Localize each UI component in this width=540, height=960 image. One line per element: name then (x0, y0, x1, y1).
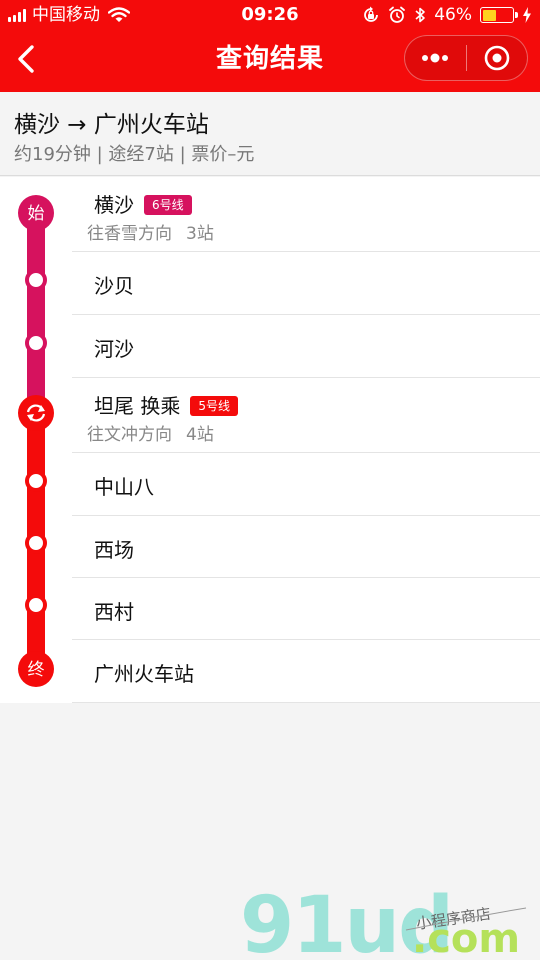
station-row[interactable]: 横沙 6号线 往香雪方向 3站 (72, 177, 540, 252)
stop-dot (25, 594, 47, 616)
line-badge: 5号线 (190, 396, 238, 416)
transfer-icon (26, 404, 46, 422)
wifi-icon (108, 7, 130, 22)
route-title: 横沙 → 广州火车站 (14, 112, 209, 138)
stop-dot (25, 470, 47, 492)
station-row[interactable]: 西村 (72, 578, 540, 640)
target-circle-icon (484, 45, 510, 71)
line6-track (27, 213, 45, 413)
more-dots-icon (422, 53, 449, 63)
close-button[interactable] (466, 35, 527, 81)
status-bar: 中国移动 09:26 46% (0, 0, 540, 30)
station-name: 沙贝 (94, 274, 134, 298)
signal-icon (8, 8, 26, 22)
direction-info: 往香雪方向 3站 (87, 224, 214, 244)
mini-program-capsule (404, 35, 528, 81)
end-marker (18, 651, 54, 687)
battery-icon (480, 7, 518, 23)
rotation-lock-icon (364, 6, 379, 22)
route-summary: 横沙 → 广州火车站 约19分钟 | 途经7站 | 票价–元 (0, 92, 540, 176)
route-meta: 约19分钟 | 途经7站 | 票价–元 (14, 144, 255, 165)
station-row[interactable]: 坦尾 换乘 5号线 往文冲方向 4站 (72, 378, 540, 453)
station-row[interactable]: 河沙 (72, 315, 540, 378)
station-name: 坦尾 换乘 5号线 (94, 390, 238, 419)
alarm-icon (389, 6, 406, 23)
transfer-marker (18, 395, 54, 431)
station-name: 横沙 6号线 (94, 189, 192, 218)
stop-dot (25, 332, 47, 354)
stop-dot (25, 532, 47, 554)
watermark-logo: 91ud .com 小程序商店 (240, 881, 527, 960)
back-button[interactable] (10, 40, 50, 80)
bluetooth-icon (415, 7, 426, 23)
station-row[interactable]: 西场 (72, 516, 540, 578)
start-marker-label: 始 (28, 204, 45, 224)
station-name: 中山八 (94, 475, 154, 499)
station-name: 西村 (94, 600, 134, 624)
station-row[interactable]: 广州火车站 (72, 640, 540, 703)
status-left: 中国移动 (8, 0, 130, 30)
header: 中国移动 09:26 46% 查询结果 (0, 0, 540, 92)
nav-bar: 查询结果 (0, 30, 540, 92)
more-button[interactable] (405, 35, 466, 81)
station-list: 始 终 横沙 6号线 往香雪方向 3站 沙贝 河沙 坦尾 换乘 5号线 往文冲方… (0, 177, 540, 703)
chevron-left-icon (18, 45, 34, 73)
station-row[interactable]: 沙贝 (72, 252, 540, 315)
stop-dot (25, 269, 47, 291)
end-marker-label: 终 (28, 660, 45, 680)
station-name: 广州火车站 (94, 662, 194, 686)
station-row[interactable]: 中山八 (72, 453, 540, 516)
battery-percent: 46% (434, 5, 472, 25)
carrier-name: 中国移动 (32, 5, 100, 25)
line5-track (27, 413, 45, 669)
direction-info: 往文冲方向 4站 (87, 425, 214, 445)
line-badge: 6号线 (144, 195, 192, 215)
status-right: 46% (362, 0, 532, 30)
station-name: 河沙 (94, 337, 134, 361)
charging-icon (523, 7, 531, 23)
start-marker (18, 195, 54, 231)
station-name: 西场 (94, 538, 134, 562)
route-timeline: 始 终 (18, 195, 54, 687)
